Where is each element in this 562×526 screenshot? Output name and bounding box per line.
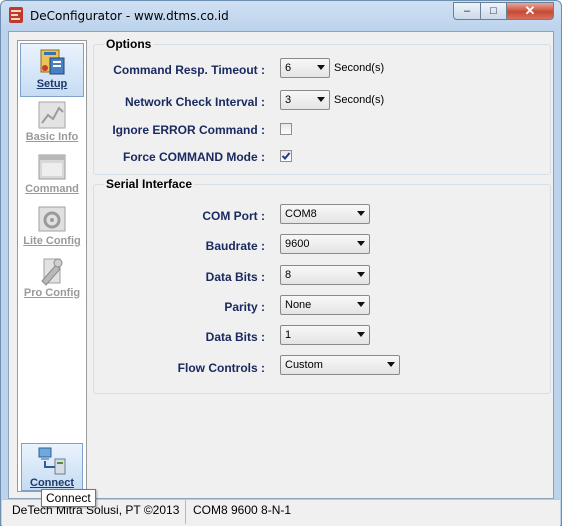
options-group-title: Options <box>104 37 154 51</box>
chevron-down-icon <box>357 302 365 307</box>
com-port-label: COM Port : <box>202 209 265 223</box>
sidebar-item-label: Pro Config <box>23 287 81 299</box>
force-command-checkbox[interactable] <box>280 150 292 162</box>
baudrate-value: 9600 <box>285 238 310 250</box>
chevron-down-icon <box>387 362 395 367</box>
parity-select[interactable]: None <box>280 295 370 315</box>
parity-value: None <box>285 299 312 311</box>
resp-timeout-unit: Second(s) <box>334 62 385 74</box>
sidebar-item-setup[interactable]: Setup <box>20 43 84 97</box>
net-check-select[interactable]: 3 <box>280 90 330 110</box>
title-bar: DeConfigurator - www.dtms.co.id – □ ✕ <box>1 1 561 31</box>
chevron-down-icon <box>357 332 365 337</box>
window-title: DeConfigurator - www.dtms.co.id <box>30 9 229 23</box>
sidebar-item-label: Basic Info <box>25 131 79 143</box>
status-company: DeTech Mitra Solusi, PT ©2013 <box>12 500 186 524</box>
chevron-down-icon <box>317 65 325 70</box>
stop-bits-label: Data Bits : <box>205 330 265 344</box>
close-button[interactable]: ✕ <box>506 2 554 20</box>
sidebar-item-label: Command <box>25 183 79 195</box>
ignore-error-checkbox[interactable] <box>280 123 292 135</box>
com-port-select[interactable]: COM8 <box>280 204 370 224</box>
net-check-unit: Second(s) <box>334 94 385 106</box>
sidebar-item-lite-config[interactable]: Lite Config <box>18 201 86 253</box>
close-icon: ✕ <box>524 3 536 18</box>
flow-controls-select[interactable]: Custom <box>280 355 400 375</box>
baudrate-label: Baudrate : <box>205 239 265 253</box>
ignore-error-label: Ignore ERROR Command : <box>112 123 265 137</box>
stop-bits-value: 1 <box>285 329 292 341</box>
stop-bits-select[interactable]: 1 <box>280 325 370 345</box>
net-check-label: Network Check Interval : <box>124 95 265 109</box>
data-bits-label: Data Bits : <box>205 270 265 284</box>
sidebar-item-basic-info[interactable]: Basic Info <box>18 97 86 149</box>
resp-timeout-select[interactable]: 6 <box>280 58 330 78</box>
flow-controls-label: Flow Controls : <box>177 361 265 375</box>
command-icon <box>38 154 66 180</box>
lite-config-icon <box>38 206 66 232</box>
serial-group-title: Serial Interface <box>104 177 195 191</box>
data-bits-select[interactable]: 8 <box>280 265 370 285</box>
connect-tooltip: Connect <box>41 489 96 507</box>
sidebar-item-pro-config[interactable]: Pro Config <box>18 253 86 305</box>
sidebar-item-command[interactable]: Command <box>18 149 86 201</box>
flow-controls-value: Custom <box>285 359 323 371</box>
chevron-down-icon <box>317 97 325 102</box>
baudrate-select[interactable]: 9600 <box>280 234 370 254</box>
status-connection: COM8 9600 8-N-1 <box>193 503 292 517</box>
connect-label: Connect <box>30 477 74 489</box>
connect-icon <box>38 447 66 475</box>
maximize-icon: □ <box>490 5 497 17</box>
sidebar-item-label: Lite Config <box>23 235 81 247</box>
connect-button[interactable]: Connect <box>21 443 83 491</box>
net-check-value: 3 <box>285 94 292 106</box>
sidebar: Setup Basic Info Command Lite Config Pro… <box>17 40 87 492</box>
minimize-button[interactable]: – <box>453 2 481 20</box>
data-bits-value: 8 <box>285 269 292 281</box>
chevron-down-icon <box>357 241 365 246</box>
com-port-value: COM8 <box>285 208 317 220</box>
sidebar-item-label: Setup <box>36 78 68 90</box>
chevron-down-icon <box>357 211 365 216</box>
minimize-icon: – <box>463 5 471 17</box>
pro-config-icon <box>41 258 63 286</box>
basic-info-icon <box>38 101 66 129</box>
chevron-down-icon <box>357 272 365 277</box>
parity-label: Parity : <box>224 300 265 314</box>
resp-timeout-value: 6 <box>285 62 292 74</box>
resp-timeout-label: Command Resp. Timeout : <box>113 63 265 77</box>
app-logo-icon <box>9 7 23 23</box>
app-window: DeConfigurator - www.dtms.co.id – □ ✕ Se… <box>0 0 562 526</box>
force-command-label: Force COMMAND Mode : <box>123 150 265 164</box>
setup-icon <box>40 49 65 75</box>
maximize-button[interactable]: □ <box>480 2 507 20</box>
checkmark-icon <box>281 152 291 160</box>
